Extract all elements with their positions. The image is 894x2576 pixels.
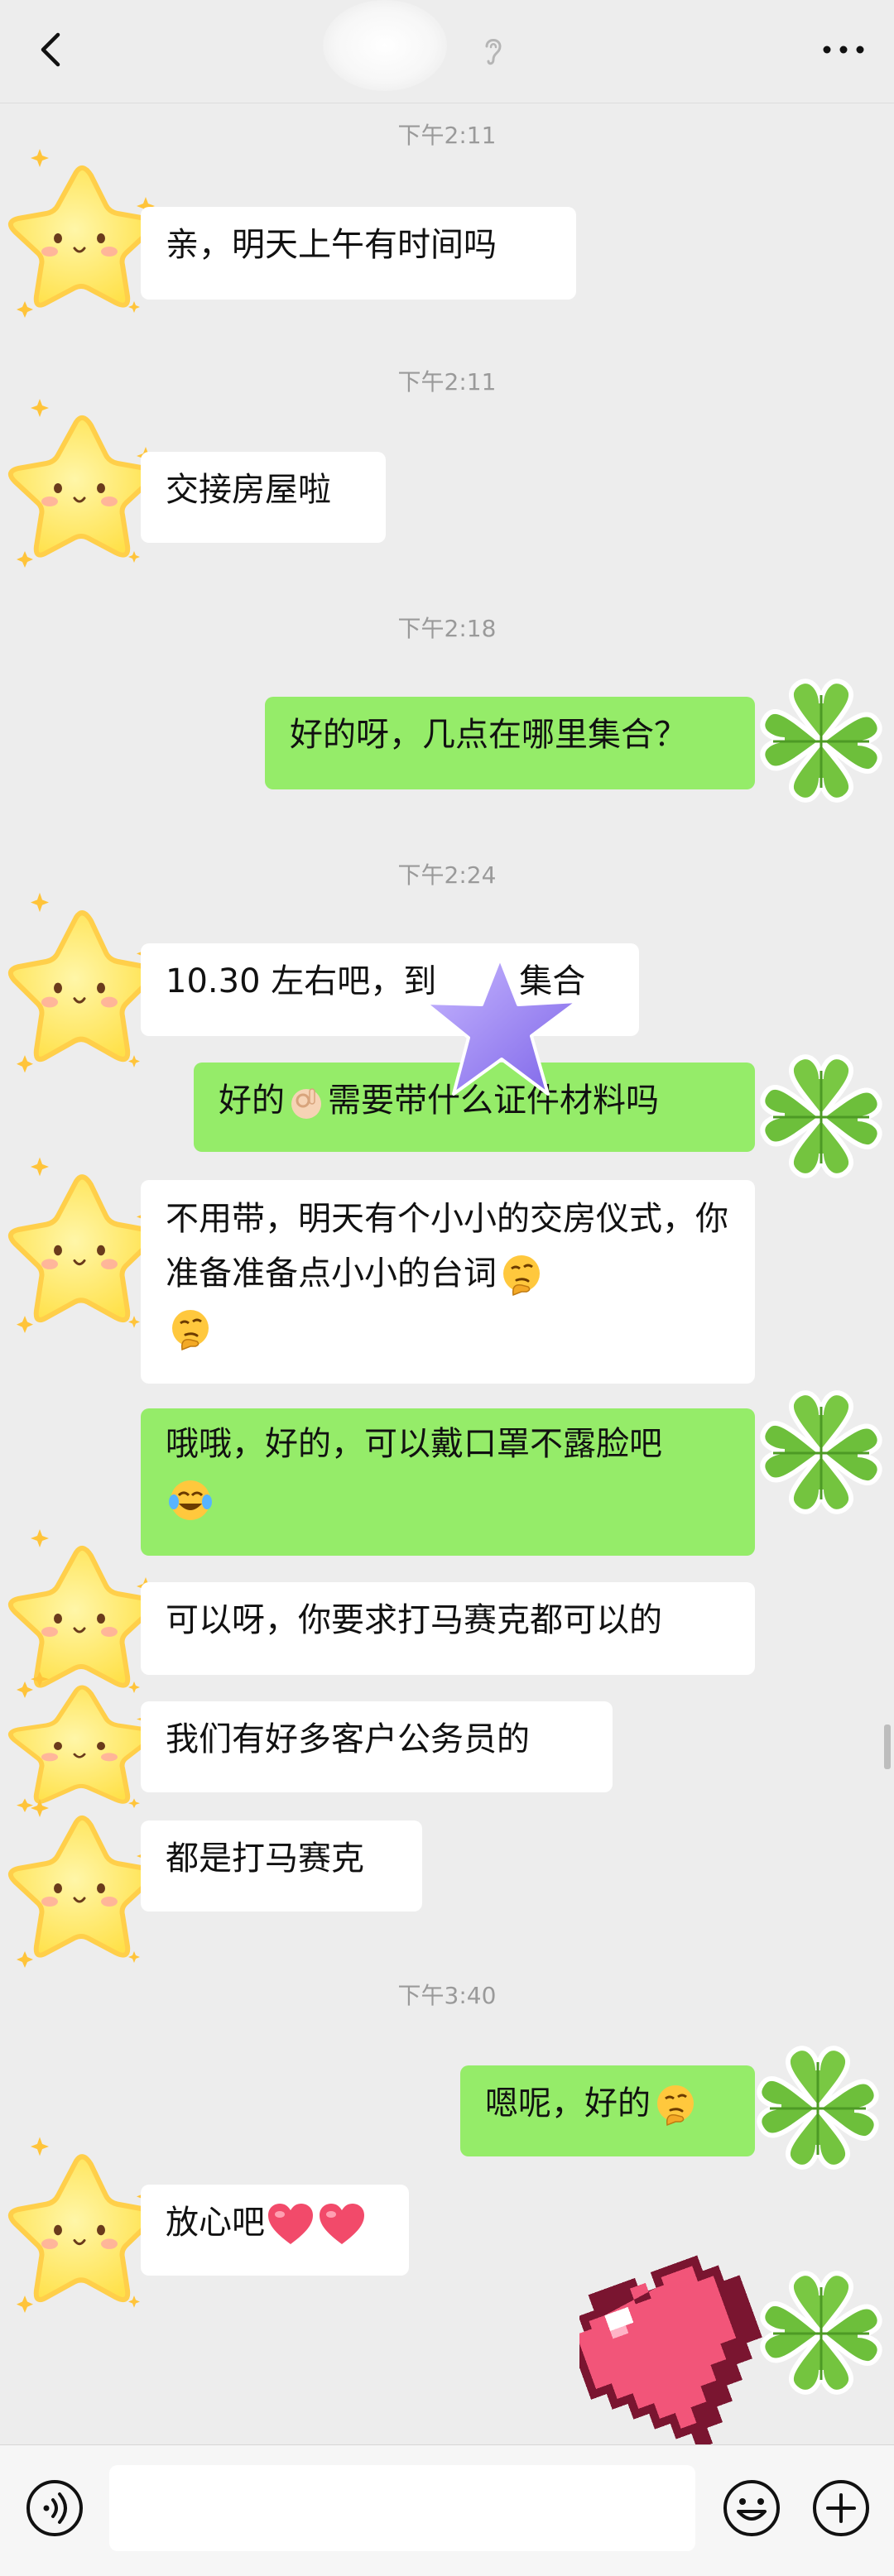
clover-avatar-icon[interactable] (748, 1374, 894, 1536)
message-bubble-in[interactable]: 放心吧 (141, 2185, 409, 2276)
message-text: 好的 (219, 1082, 285, 1120)
message-text: 嗯呢，好的 (485, 2084, 651, 2123)
laughing-crying-emoji-icon (169, 1480, 212, 1520)
ok-hand-emoji-icon (291, 1088, 321, 1119)
timestamp: 下午3:40 (397, 1982, 497, 2009)
thinking-face-emoji-icon (498, 1252, 545, 1298)
message-bubble-out[interactable]: 嗯呢，好的 (460, 2065, 755, 2156)
timestamp: 下午2:18 (397, 615, 497, 642)
message-bubble-in[interactable]: 交接房屋啦 (141, 452, 386, 543)
voice-icon[interactable] (25, 2478, 84, 2538)
clover-avatar-icon[interactable] (748, 662, 894, 824)
message-bubble-in[interactable]: 亲，明天上午有时间吗 (141, 207, 576, 300)
chevron-left-icon[interactable] (28, 26, 74, 73)
message-bubble-out[interactable]: 好的呀，几点在哪里集合？ (265, 697, 755, 789)
heart-emoji-icon (267, 2203, 315, 2246)
message-text: 不用带，明天有个小小的交房仪式，你准备准备点小小的台词 (166, 1200, 728, 1293)
clover-avatar-icon[interactable] (748, 2254, 894, 2416)
message-bubble-in[interactable]: 可以呀，你要求打马赛克都可以的 (141, 1582, 755, 1675)
input-bar (0, 2444, 894, 2576)
scrollbar-handle[interactable] (884, 1725, 891, 1769)
thinking-face-emoji-icon (167, 1307, 214, 1353)
message-bubble-in[interactable]: 都是打马赛克 (141, 1820, 422, 1912)
thinking-face-emoji-icon (652, 2082, 699, 2128)
heart-emoji-icon (318, 2203, 366, 2246)
ear-icon (485, 39, 502, 65)
message-text: 我们有好多客户公务员的 (166, 1720, 530, 1758)
contact-name-blurred[interactable] (323, 0, 447, 91)
purple-star-sticker-icon (424, 957, 579, 1096)
emoji-face-icon[interactable] (722, 2478, 781, 2538)
message-text: 好的呀，几点在哪里集合？ (290, 716, 687, 754)
message-input[interactable] (109, 2465, 695, 2551)
clover-avatar-icon[interactable] (748, 1038, 894, 1200)
message-text: 都是打马赛克 (166, 1840, 364, 1878)
chat-header (0, 0, 894, 103)
message-bubble-out[interactable]: 哦哦，好的，可以戴口罩不露脸吧 (141, 1408, 755, 1556)
more-dots-icon[interactable] (815, 33, 872, 66)
message-text: 哦哦，好的，可以戴口罩不露脸吧 (166, 1425, 662, 1463)
clover-avatar-icon[interactable] (742, 2029, 894, 2191)
message-text: 交接房屋啦 (166, 471, 331, 509)
message-text: 放心吧 (166, 2204, 265, 2242)
message-bubble-in[interactable]: 不用带，明天有个小小的交房仪式，你准备准备点小小的台词 (141, 1180, 755, 1384)
message-text: 10.30 左右吧，到 (166, 962, 437, 1000)
message-bubble-in[interactable]: 我们有好多客户公务员的 (141, 1701, 613, 1792)
message-text: 亲，明天上午有时间吗 (166, 226, 497, 264)
plus-icon[interactable] (811, 2478, 871, 2538)
message-text: 可以呀，你要求打马赛克都可以的 (166, 1601, 662, 1639)
